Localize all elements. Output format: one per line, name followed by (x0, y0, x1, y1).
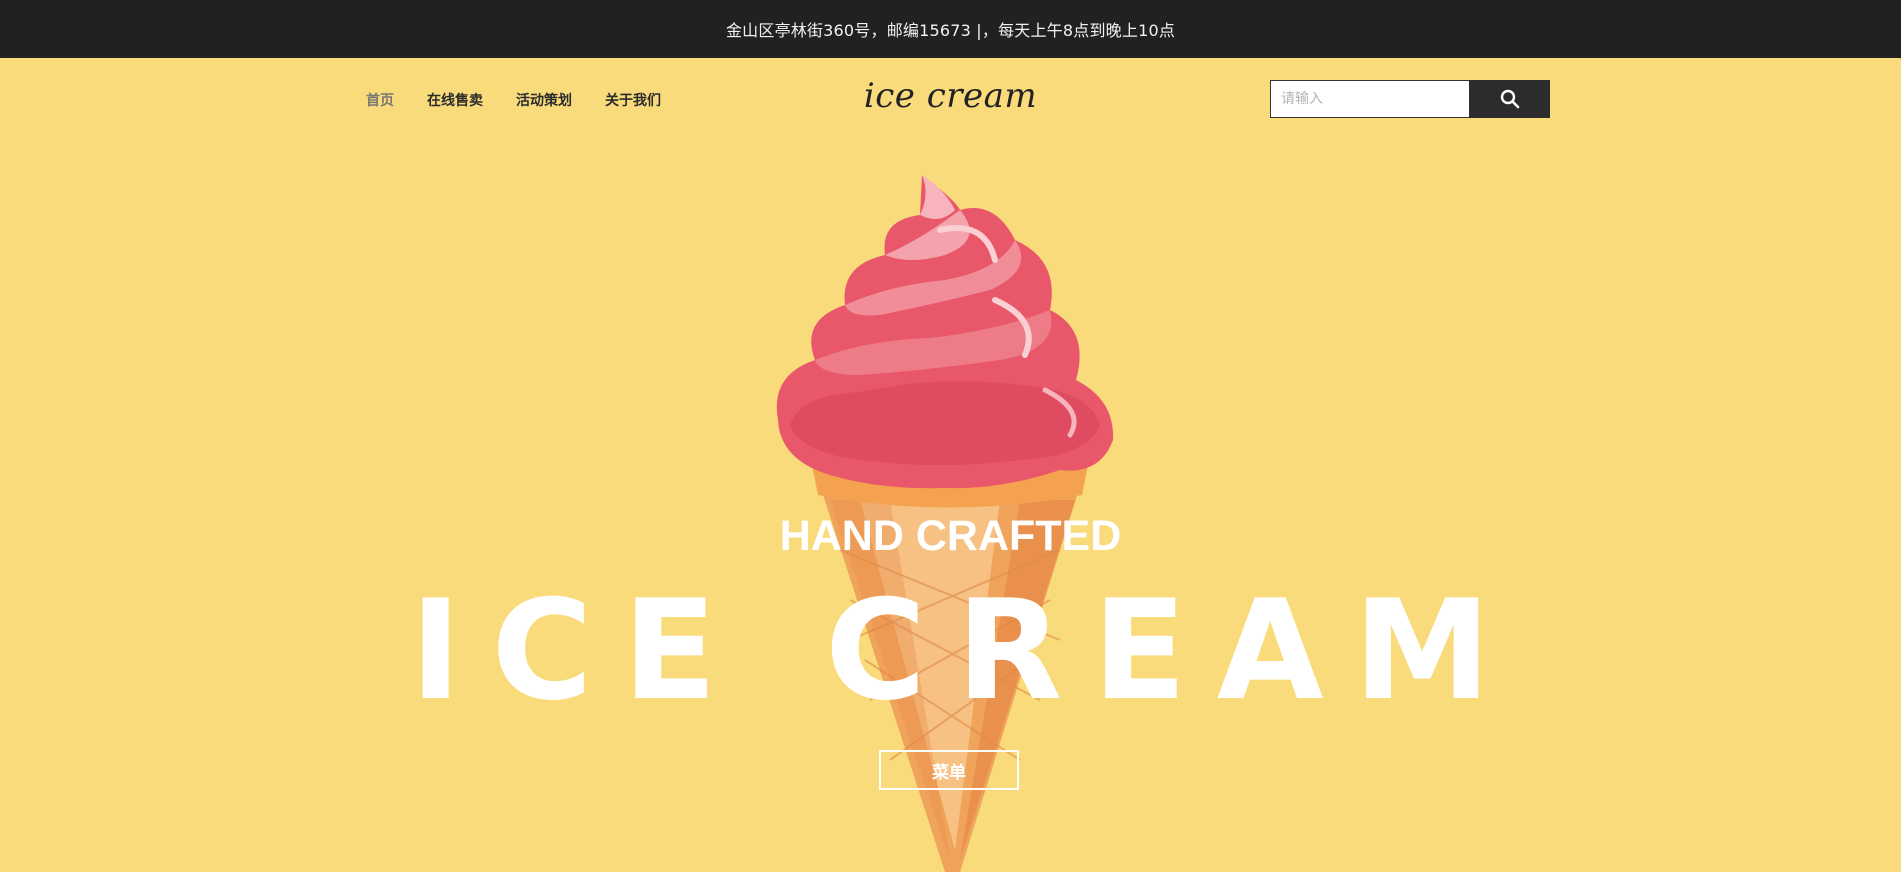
search-icon (1500, 89, 1519, 109)
hero-subtitle: HAND CRAFTED (0, 512, 1901, 561)
search-button[interactable] (1469, 80, 1550, 118)
hero-subtitle-text: HAND CRAFTED (779, 512, 1122, 560)
site-logo: ice cream (0, 76, 1901, 116)
store-info-text: 金山区亭林街360号，邮编15673 |，每天上午8点到晚上10点 (725, 21, 1176, 40)
logo-text[interactable]: ice cream (864, 76, 1037, 116)
menu-button[interactable]: 菜单 (879, 750, 1019, 790)
hero-title-text: ICE CREAM (410, 570, 1521, 731)
search-box (1270, 80, 1550, 118)
search-input[interactable] (1270, 80, 1469, 118)
hero-title: ICE CREAM (0, 570, 1901, 731)
top-info-bar: 金山区亭林街360号，邮编15673 |，每天上午8点到晚上10点 (0, 0, 1901, 58)
